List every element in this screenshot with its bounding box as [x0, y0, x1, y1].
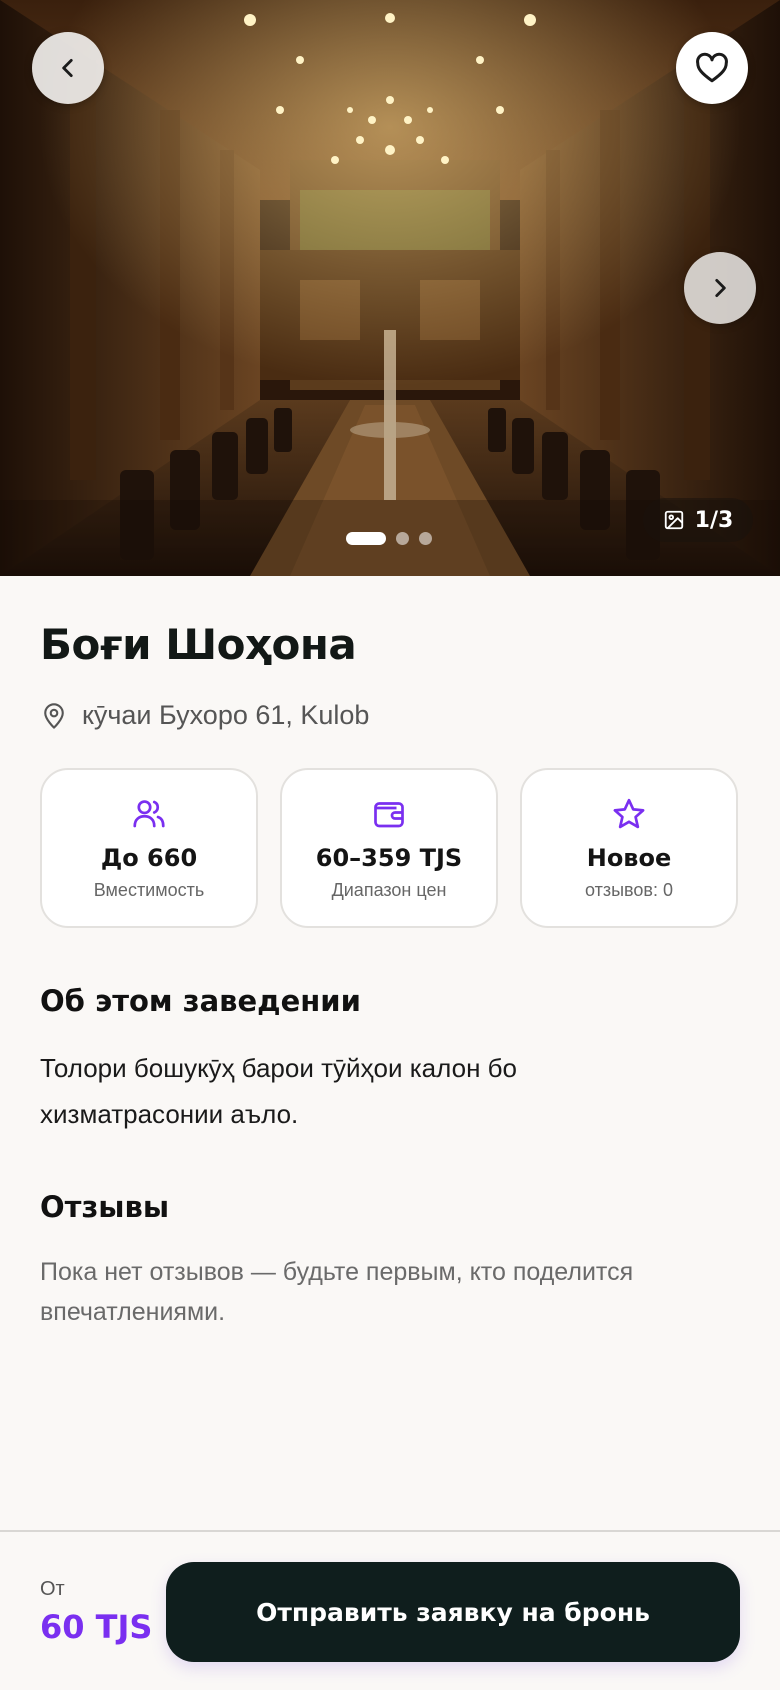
venue-photo-carousel[interactable]: 1/3: [0, 0, 780, 576]
rating-value: Новое: [586, 844, 672, 872]
venue-address-row: кӯчаи Бухоро 61, Kulob: [40, 700, 369, 731]
about-heading: Об этом заведении: [40, 984, 361, 1018]
photo-counter: 1/3: [643, 498, 753, 542]
send-booking-request-button[interactable]: Отправить заявку на бронь: [166, 1562, 740, 1662]
star-icon: [613, 798, 645, 829]
rating-card: Новое отзывов: 0: [520, 768, 738, 928]
capacity-card: До 660 Вместимость: [40, 768, 258, 928]
venue-address: кӯчаи Бухоро 61, Kulob: [82, 700, 370, 730]
carousel-dot[interactable]: [419, 531, 432, 545]
users-icon: [133, 800, 165, 828]
carousel-dot-active[interactable]: [346, 531, 386, 545]
capacity-label: Вместимость: [93, 880, 205, 900]
carousel-dots: [346, 531, 432, 545]
next-photo-button[interactable]: [684, 252, 756, 324]
price-from-value: 60 TJS: [40, 1608, 153, 1646]
about-text: Толори бошукӯҳ барои тӯйҳои калон бо хиз…: [40, 1053, 518, 1129]
wallet-icon: [374, 802, 404, 828]
booking-bar: От 60 TJS Отправить заявку на бронь: [0, 1530, 780, 1690]
back-button[interactable]: [32, 32, 104, 104]
chevron-left-icon: [62, 59, 73, 77]
favorite-button[interactable]: [676, 32, 748, 104]
reviews-heading: Отзывы: [40, 1190, 170, 1224]
reviews-empty-text: Пока нет отзывов — будьте первым, кто по…: [40, 1258, 634, 1326]
price-from-label: От: [40, 1578, 65, 1600]
heart-icon: [696, 52, 728, 83]
price-range-value: 60–359 TJS: [315, 844, 463, 872]
banquet-hall-photo: [0, 0, 780, 576]
image-icon: [664, 510, 683, 530]
carousel-dot[interactable]: [396, 531, 409, 545]
photo-counter-text: 1/3: [694, 507, 734, 533]
price-range-label: Диапазон цен: [331, 880, 447, 900]
map-pin-icon: [44, 702, 64, 729]
price-range-card: 60–359 TJS Диапазон цен: [280, 768, 498, 928]
reviews-count-label: отзывов: 0: [585, 880, 673, 900]
chevron-right-icon: [715, 279, 726, 297]
venue-title: Боғи Шоҳона: [40, 620, 357, 669]
capacity-value: До 660: [100, 844, 198, 872]
